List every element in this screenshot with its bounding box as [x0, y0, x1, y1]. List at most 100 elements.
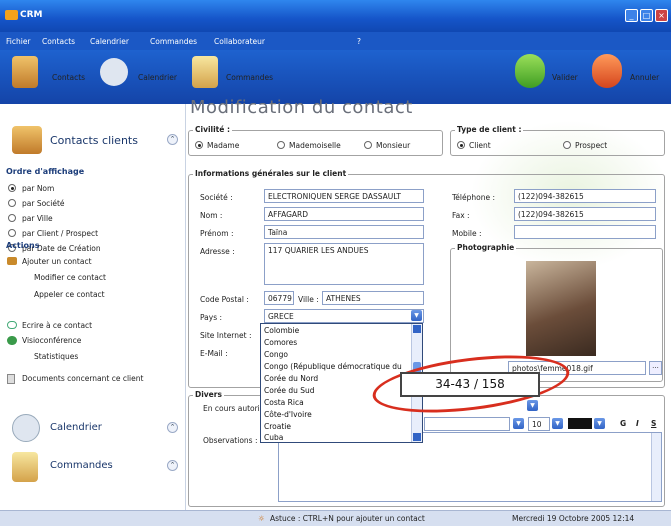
- dropdown-item[interactable]: Congo (République démocratique du: [264, 362, 414, 371]
- dropdown-item[interactable]: Colombie: [264, 326, 299, 335]
- fax-field[interactable]: (122)094-382615: [514, 207, 656, 221]
- action-documents[interactable]: Documents concernant ce client: [22, 374, 143, 383]
- contacts-icon: [12, 56, 38, 88]
- prenom-field[interactable]: Taïna: [264, 225, 424, 239]
- sidebar-calendrier-header[interactable]: Calendrier ⌃: [6, 410, 182, 448]
- chevron-down-icon[interactable]: ▼: [411, 310, 422, 321]
- menu-contacts[interactable]: Contacts: [42, 37, 75, 46]
- encours-label: En cours autori: [203, 404, 260, 413]
- scroll-down-icon[interactable]: [413, 433, 421, 441]
- expand-icon[interactable]: ⌃: [167, 460, 178, 471]
- pays-select[interactable]: GRECE: [264, 309, 424, 323]
- pays-label: Pays :: [200, 313, 223, 322]
- cp-label: Code Postal :: [200, 295, 249, 304]
- radio-mademoiselle[interactable]: [277, 141, 285, 149]
- collapse-icon[interactable]: ⌃: [167, 134, 178, 145]
- info-title: Informations générales sur le client: [193, 169, 349, 178]
- menu-fichier[interactable]: Fichier: [6, 37, 31, 46]
- contact-photo: [526, 261, 596, 356]
- action-stats[interactable]: Statistiques: [34, 352, 78, 361]
- radio-label: Client: [469, 141, 491, 150]
- prenom-label: Prénom :: [200, 229, 234, 238]
- actions-section-title: Actions: [6, 241, 40, 250]
- scroll-position-tooltip: 34-43 / 158: [400, 372, 540, 397]
- close-icon[interactable]: ×: [655, 9, 668, 22]
- type-client-group: Type de client : Client Prospect: [450, 125, 665, 156]
- valider-label: Valider: [552, 73, 578, 82]
- tel-label: Téléphone :: [452, 193, 496, 202]
- sidebar-contacts-title: Contacts clients: [50, 134, 138, 147]
- dropdown-item[interactable]: Cuba: [264, 433, 283, 442]
- font-size-field[interactable]: 10: [528, 417, 550, 431]
- add-contact-icon: [7, 257, 17, 265]
- dropdown-item[interactable]: Croatie: [264, 422, 291, 431]
- order-radio-ville[interactable]: [8, 214, 16, 222]
- divers-title: Divers: [193, 390, 224, 399]
- cp-field[interactable]: 06779: [264, 291, 294, 305]
- menu-help[interactable]: ?: [357, 37, 361, 46]
- dropdown-item[interactable]: Costa Rica: [264, 398, 304, 407]
- observations-scrollbar[interactable]: [651, 433, 661, 501]
- font-select[interactable]: [424, 417, 510, 431]
- status-bar: ☼ Astuce : CTRL+N pour ajouter un contac…: [0, 510, 671, 526]
- action-write-contact[interactable]: Ecrire à ce contact: [22, 321, 92, 330]
- menu-collaborateur[interactable]: Collaborateur: [214, 37, 265, 46]
- dropdown-item[interactable]: Congo: [264, 350, 288, 359]
- ville-field[interactable]: ATHENES: [322, 291, 424, 305]
- radio-label: Monsieur: [376, 141, 411, 150]
- chevron-down-icon[interactable]: ▼: [594, 418, 605, 429]
- write-icon: [7, 321, 17, 329]
- action-edit-contact[interactable]: Modifier ce contact: [34, 273, 106, 282]
- annuler-label: Annuler: [630, 73, 660, 82]
- nom-field[interactable]: AFFAGARD: [264, 207, 424, 221]
- radio-madame[interactable]: [195, 141, 203, 149]
- radio-label: Madame: [207, 141, 240, 150]
- mobile-field[interactable]: [514, 225, 656, 239]
- email-label: E-Mail :: [200, 349, 228, 358]
- order-radio-nom[interactable]: [8, 184, 16, 192]
- radio-client[interactable]: [457, 141, 465, 149]
- dropdown-item[interactable]: Comores: [264, 338, 297, 347]
- italic-button[interactable]: I: [636, 419, 639, 428]
- minimize-icon[interactable]: _: [625, 9, 638, 22]
- dropdown-item[interactable]: Corée du Nord: [264, 374, 318, 383]
- toolbar-calendrier-label: Calendrier: [138, 73, 177, 82]
- radio-prospect[interactable]: [563, 141, 571, 149]
- photo-title: Photographie: [455, 243, 517, 252]
- chevron-down-icon[interactable]: ▼: [527, 400, 538, 411]
- sidebar-calendrier-title: Calendrier: [50, 422, 102, 433]
- order-label: par Société: [22, 199, 65, 208]
- order-label: par Nom: [22, 184, 55, 193]
- maximize-icon[interactable]: □: [640, 9, 653, 22]
- dropdown-item[interactable]: Corée du Sud: [264, 386, 315, 395]
- menu-commandes[interactable]: Commandes: [150, 37, 197, 46]
- action-call-contact[interactable]: Appeler ce contact: [34, 290, 105, 299]
- scroll-up-icon[interactable]: [413, 325, 421, 333]
- action-add-contact[interactable]: Ajouter un contact: [22, 257, 92, 266]
- adresse-field[interactable]: 117 QUARIER LES ANDUES: [264, 243, 424, 285]
- radio-monsieur[interactable]: [364, 141, 372, 149]
- societe-field[interactable]: ELECTRONIQUEN SERGE DASSAULT: [264, 189, 424, 203]
- bold-button[interactable]: G: [620, 419, 626, 428]
- dropdown-item[interactable]: Côte-d'Ivoire: [264, 410, 312, 419]
- societe-label: Société :: [200, 193, 233, 202]
- underline-button[interactable]: S: [651, 419, 656, 428]
- type-client-title: Type de client :: [455, 125, 524, 134]
- color-swatch[interactable]: [568, 418, 592, 429]
- contacts-icon: [12, 126, 42, 154]
- page-title: Modification du contact: [190, 97, 413, 118]
- order-radio-societe[interactable]: [8, 199, 16, 207]
- radio-label: Mademoiselle: [289, 141, 341, 150]
- chevron-down-icon[interactable]: ▼: [552, 418, 563, 429]
- expand-icon[interactable]: ⌃: [167, 422, 178, 433]
- sidebar-contacts-header[interactable]: Contacts clients ⌃: [6, 122, 182, 158]
- browse-button[interactable]: ...: [649, 361, 662, 375]
- action-visio[interactable]: Visioconférence: [22, 336, 81, 345]
- chevron-down-icon[interactable]: ▼: [513, 418, 524, 429]
- order-radio-client[interactable]: [8, 229, 16, 237]
- sidebar-commandes-header[interactable]: Commandes ⌃: [6, 448, 182, 486]
- orders-icon: [192, 56, 218, 88]
- tel-field[interactable]: (122)094-382615: [514, 189, 656, 203]
- civilite-group: Civilité : Madame Mademoiselle Monsieur: [188, 125, 443, 156]
- menu-calendrier[interactable]: Calendrier: [90, 37, 129, 46]
